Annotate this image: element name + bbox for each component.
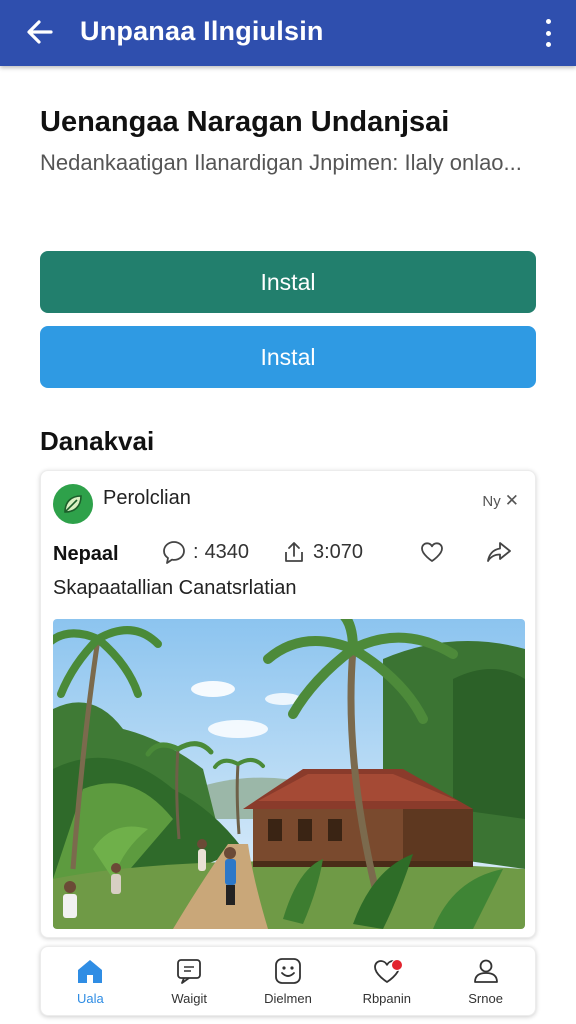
more-vert-icon [545, 19, 551, 24]
author-avatar[interactable] [53, 484, 93, 524]
comments-count: 4340 [204, 540, 250, 563]
post-author: Perolclian [103, 487, 191, 509]
comments-button[interactable]: : 4340 [161, 539, 249, 565]
profile-icon [473, 959, 498, 983]
nav-label-smile: Dielmen [264, 990, 312, 1006]
post-caption: Skapaatallian Canatsrlatian [53, 577, 297, 599]
share-button[interactable]: 3:070 [281, 539, 363, 565]
section-title: Danakvai [40, 426, 155, 456]
post-corner-text: Ny [482, 492, 501, 510]
post-location: Nepaal [53, 543, 119, 565]
page-description: Nedankaatigan Ilanardigan Jnpimen: Ilaly… [40, 150, 522, 175]
nav-item-favorites[interactable]: Rbpanin [337, 947, 436, 1015]
message-icon [177, 958, 202, 984]
nav-item-profile[interactable]: Srnoe [436, 947, 535, 1015]
nav-label-home: Uala [77, 990, 104, 1006]
nav-label-profile: Srnoe [468, 990, 503, 1006]
close-icon[interactable]: ✕ [505, 491, 519, 511]
nav-item-home[interactable]: Uala [41, 947, 140, 1015]
nav-label-messages: Waigit [171, 990, 208, 1006]
like-button[interactable] [419, 539, 445, 565]
heart-outline-icon [421, 542, 443, 562]
page-headline: Uenangaa Naragan Undanjsai [40, 106, 450, 138]
post-stats-row: Nepaal : 4340 3:070 [53, 539, 525, 571]
shares-count: 3:070 [313, 540, 364, 563]
install-button-primary[interactable]: Instal [40, 251, 536, 313]
notification-badge [390, 959, 403, 971]
nav-label-favorites: Rbpanin [362, 990, 411, 1006]
forward-icon [487, 542, 511, 562]
nav-item-smile[interactable]: Dielmen [239, 947, 338, 1015]
post-header-actions: Ny ✕ [482, 491, 519, 511]
home-icon [78, 959, 103, 983]
more-options-button[interactable] [538, 16, 558, 50]
post-card: Perolclian Ny ✕ Nepaal : 4340 3:070 Skap… [40, 470, 536, 938]
bottom-navigation: Uala Waigit Dielmen Rbpanin Srnoe [40, 946, 536, 1016]
app-title: Unpanaa Ilngiulsin [80, 16, 324, 46]
comment-icon [163, 541, 185, 564]
app-bar: Unpanaa Ilngiulsin [0, 0, 576, 66]
village-scene-image [53, 619, 525, 929]
share-up-icon [285, 542, 303, 562]
leaf-icon [64, 495, 82, 513]
nav-item-messages[interactable]: Waigit [140, 947, 239, 1015]
forward-button[interactable] [485, 539, 513, 565]
install-button-secondary[interactable]: Instal [40, 326, 536, 388]
smile-icon [275, 957, 301, 984]
back-button[interactable] [22, 14, 58, 50]
post-photo[interactable] [53, 619, 525, 929]
arrow-left-icon [27, 20, 53, 44]
